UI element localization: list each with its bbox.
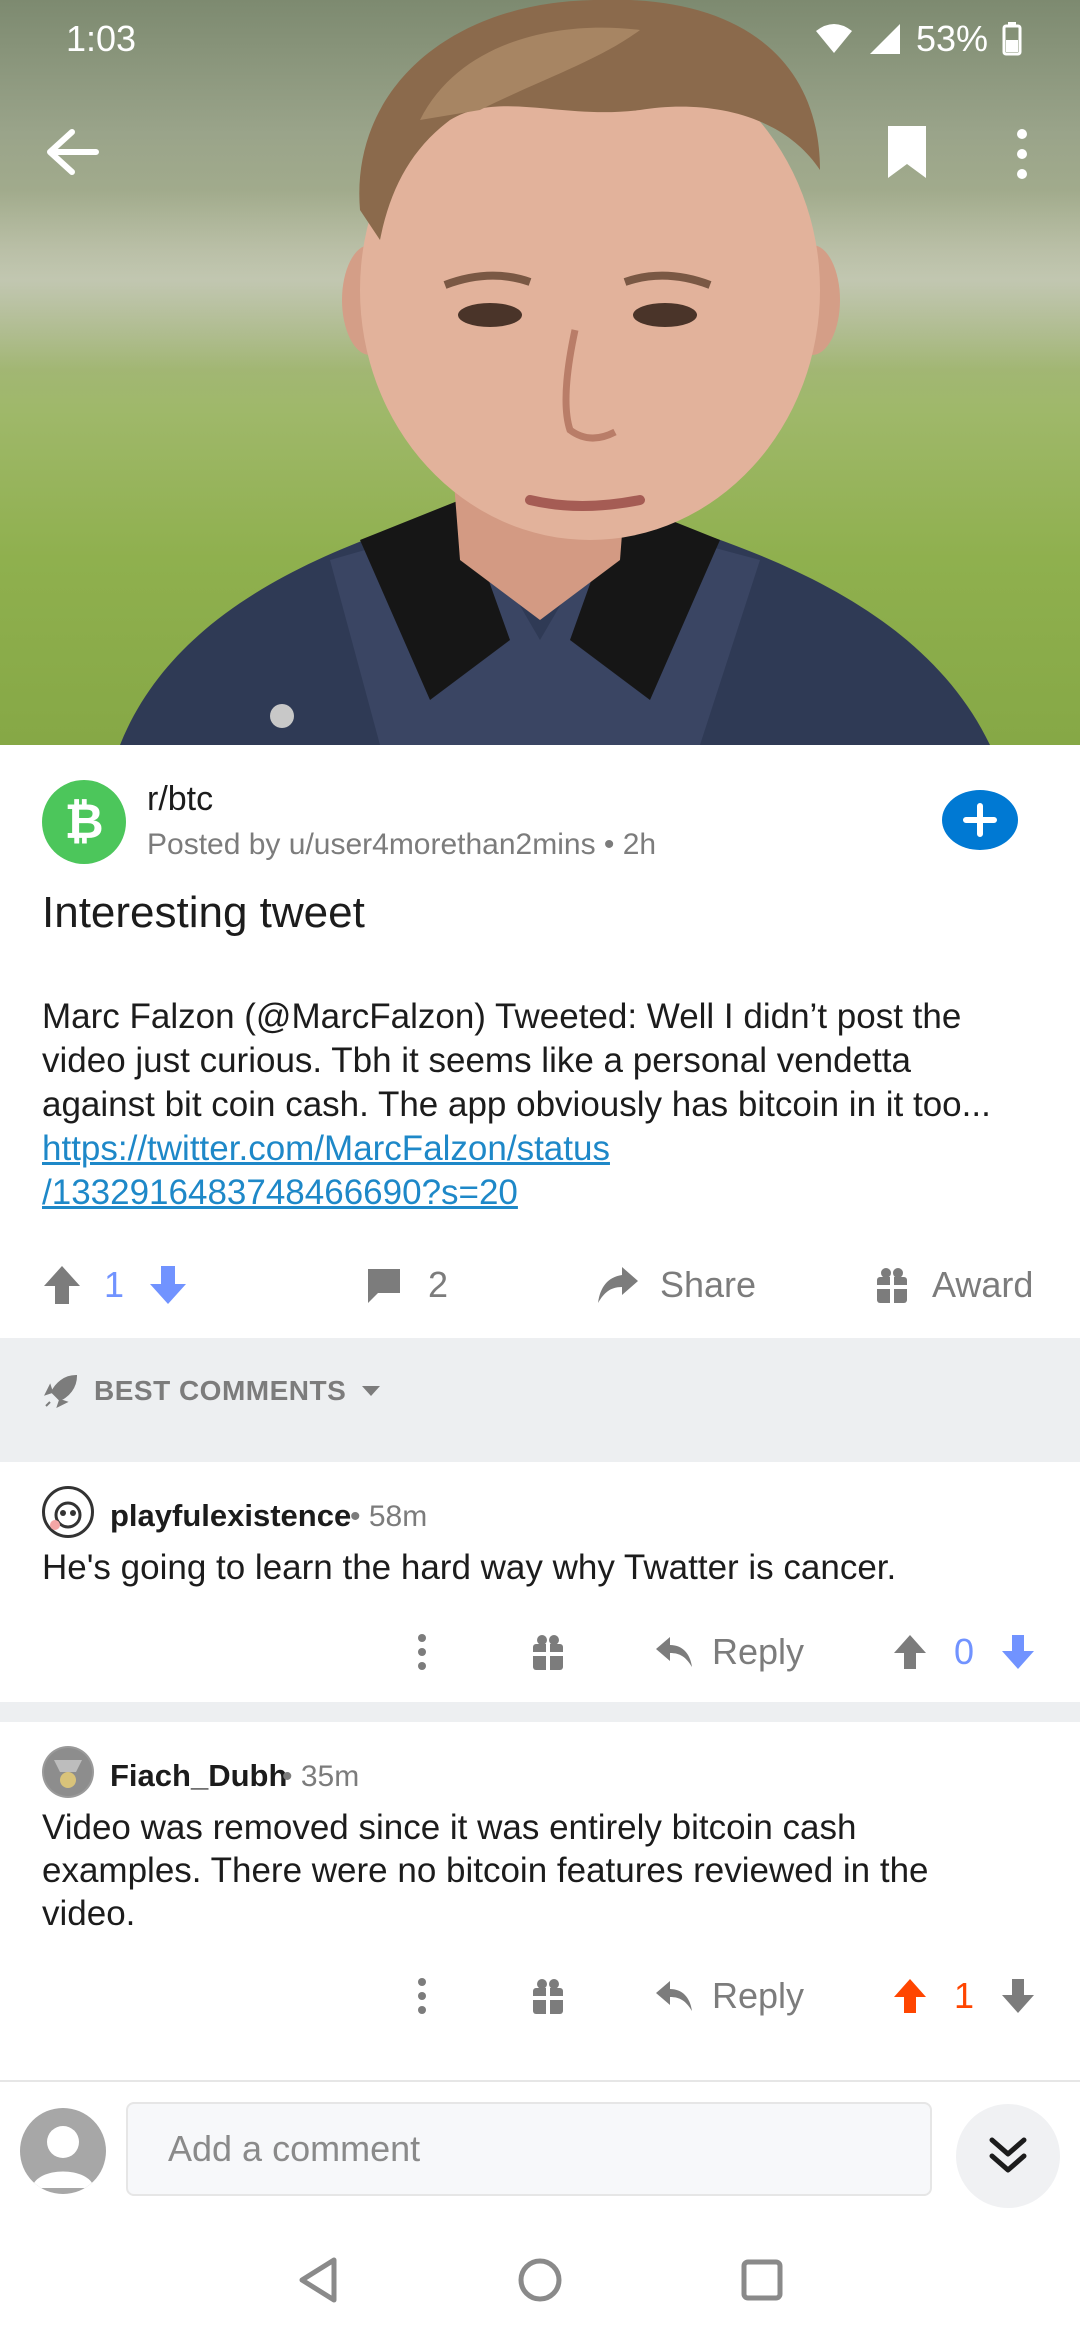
comment-count: 2 bbox=[428, 1264, 449, 1305]
system-navigation-bar bbox=[0, 2240, 1080, 2340]
add-comment-input[interactable]: Add a comment bbox=[126, 2102, 932, 2196]
downvote-button[interactable] bbox=[1000, 1622, 1036, 1682]
join-button[interactable] bbox=[942, 790, 1018, 850]
plus-icon bbox=[963, 803, 997, 837]
reply-button[interactable]: Reply bbox=[654, 1622, 804, 1682]
more-vertical-icon[interactable] bbox=[1010, 126, 1034, 182]
comment-score: 1 bbox=[954, 1975, 975, 2016]
wifi-icon bbox=[815, 24, 852, 53]
battery-icon bbox=[1002, 22, 1022, 56]
share-arrow-icon bbox=[598, 1267, 638, 1303]
home-circle-icon[interactable] bbox=[516, 2256, 564, 2304]
user-avatar-icon bbox=[44, 1748, 92, 1796]
upvote-arrow-icon bbox=[894, 1635, 926, 1669]
avatar[interactable] bbox=[42, 1486, 94, 1538]
bitcoin-icon: ₿ bbox=[64, 796, 103, 849]
comment-score: 0 bbox=[954, 1631, 975, 1672]
signal-icon bbox=[869, 24, 900, 54]
status-icons: 53% bbox=[814, 18, 1022, 60]
comment: Fiach_Dubh • 35m Video was removed since… bbox=[0, 1722, 1080, 2072]
reply-arrow-icon bbox=[656, 1981, 692, 2011]
more-vertical-icon[interactable] bbox=[412, 1966, 432, 2026]
tweet-link-part1[interactable]: https://twitter.com/MarcFalzon/status bbox=[42, 1129, 610, 1168]
portrait-illustration bbox=[120, 0, 990, 745]
back-triangle-icon[interactable] bbox=[296, 2256, 340, 2304]
share-button[interactable]: Share bbox=[596, 1250, 756, 1320]
downvote-arrow-icon bbox=[1002, 1635, 1034, 1669]
award-button[interactable]: Award bbox=[874, 1250, 1033, 1320]
subreddit-icon[interactable]: ₿ bbox=[42, 780, 126, 864]
post-body-text: Marc Falzon (@MarcFalzon) Tweeted: Well … bbox=[42, 997, 991, 1124]
downvote-arrow-icon bbox=[1002, 1979, 1034, 2013]
comment-author[interactable]: playfulexistence bbox=[110, 1498, 351, 1534]
user-silhouette-icon bbox=[32, 2126, 94, 2188]
svg-text:₿: ₿ bbox=[64, 796, 103, 849]
comment-time: • 58m bbox=[350, 1500, 428, 1533]
status-time: 1:03 bbox=[66, 18, 137, 59]
comment-author[interactable]: Fiach_Dubh bbox=[110, 1758, 287, 1794]
divider bbox=[0, 1702, 1080, 1722]
post-score: 1 bbox=[104, 1264, 125, 1305]
comment: playfulexistence • 58m He's going to lea… bbox=[0, 1462, 1080, 1702]
comment-actions: Reply 0 bbox=[0, 1622, 1080, 1682]
upvote-button[interactable] bbox=[892, 1966, 928, 2026]
subreddit-name[interactable]: r/btc bbox=[147, 780, 213, 819]
downvote-arrow-icon bbox=[150, 1266, 186, 1304]
battery-percent: 53% bbox=[915, 18, 988, 59]
post-body: Marc Falzon (@MarcFalzon) Tweeted: Well … bbox=[42, 995, 1002, 1215]
post-title: Interesting tweet bbox=[42, 888, 365, 937]
gift-icon bbox=[877, 1268, 907, 1303]
avatar[interactable] bbox=[42, 1746, 94, 1798]
arrow-left-icon[interactable] bbox=[44, 128, 100, 176]
reply-button[interactable]: Reply bbox=[654, 1966, 804, 2026]
downvote-button[interactable] bbox=[1000, 1966, 1036, 2026]
downvote-button[interactable] bbox=[148, 1250, 188, 1320]
tweet-link-part2[interactable]: /1332916483748466690?s=20 bbox=[42, 1173, 518, 1212]
more-vertical-icon[interactable] bbox=[412, 1622, 432, 1682]
post-meta[interactable]: Posted by u/user4morethan2mins • 2h bbox=[147, 828, 656, 862]
recents-square-icon[interactable] bbox=[740, 2258, 784, 2302]
comment-actions: Reply 1 bbox=[0, 1966, 1080, 2026]
comment-text: He's going to learn the hard way why Twa… bbox=[42, 1548, 897, 1587]
comments-button[interactable]: 2 bbox=[364, 1250, 448, 1320]
comment-text: Video was removed since it was entirely … bbox=[42, 1808, 929, 1933]
rocket-icon bbox=[44, 1374, 78, 1408]
comment-bubble-icon bbox=[368, 1269, 400, 1303]
gift-icon[interactable] bbox=[530, 1622, 566, 1682]
post-image[interactable]: 1:03 53% bbox=[0, 0, 1080, 745]
reply-arrow-icon bbox=[656, 1637, 692, 1667]
snoo-avatar-icon bbox=[50, 1501, 82, 1530]
avatar[interactable] bbox=[20, 2108, 106, 2194]
upvote-button[interactable] bbox=[42, 1250, 82, 1320]
award-label: Award bbox=[932, 1264, 1034, 1305]
reply-label: Reply bbox=[712, 1631, 805, 1672]
double-chevron-down-icon bbox=[989, 2137, 1027, 2173]
next-comment-button[interactable] bbox=[956, 2104, 1060, 2208]
sort-dropdown[interactable]: BEST COMMENTS bbox=[42, 1372, 382, 1410]
bookmark-icon[interactable] bbox=[884, 122, 930, 182]
chevron-down-icon bbox=[362, 1386, 381, 1396]
upvote-arrow-icon bbox=[44, 1266, 80, 1304]
comment-time: • 35m bbox=[282, 1760, 360, 1793]
share-label: Share bbox=[660, 1264, 757, 1305]
upvote-arrow-icon bbox=[894, 1979, 926, 2013]
reply-label: Reply bbox=[712, 1975, 805, 2016]
gift-icon[interactable] bbox=[530, 1966, 566, 2026]
upvote-button[interactable] bbox=[892, 1622, 928, 1682]
sort-label: BEST COMMENTS bbox=[94, 1375, 347, 1406]
post-actions: 1 2 Share Award bbox=[0, 1250, 1080, 1320]
